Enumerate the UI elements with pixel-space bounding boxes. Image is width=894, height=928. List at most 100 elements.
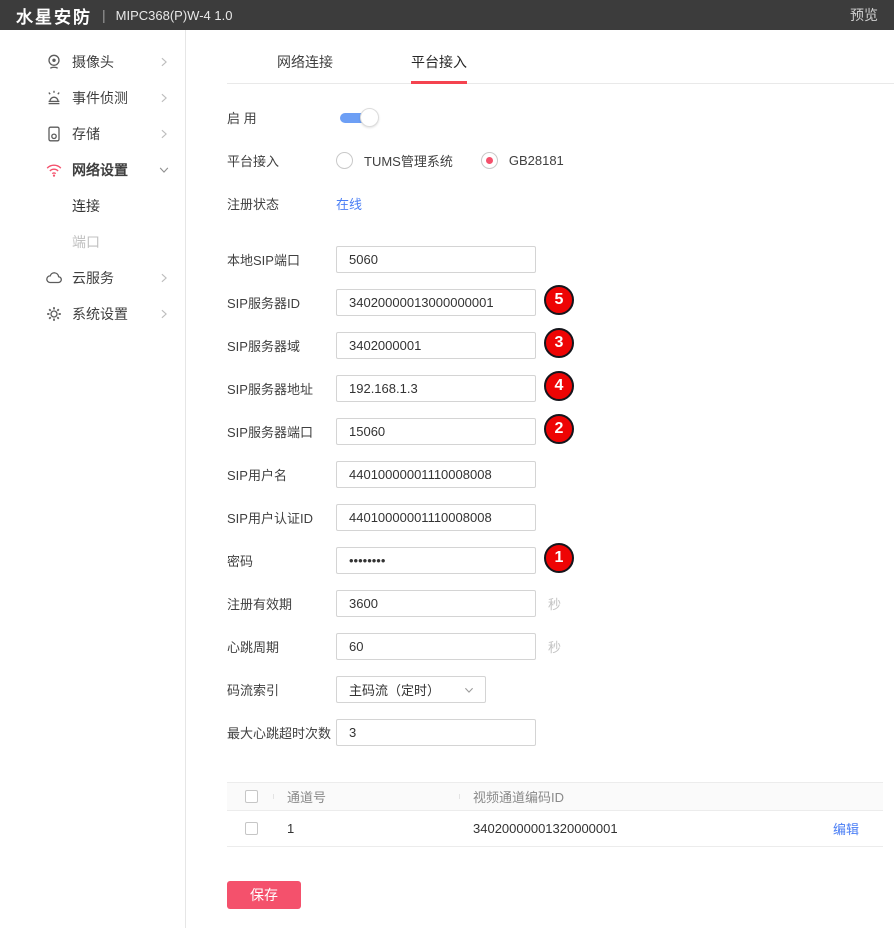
field-label: SIP用户认证ID xyxy=(227,508,336,527)
field-label: 注册状态 xyxy=(227,194,336,213)
platform-radio-group: TUMS管理系统 GB28181 xyxy=(336,151,592,170)
row-checkbox[interactable] xyxy=(245,822,258,835)
sidebar-subitem-connection[interactable]: 连接 xyxy=(0,188,185,224)
form-row-local-sip-port: 本地SIP端口 xyxy=(227,246,827,273)
field-label: 启 用 xyxy=(227,108,336,127)
field-label: 密码 xyxy=(227,551,336,570)
sidebar-subitem-label: 端口 xyxy=(72,232,100,252)
main-content: 网络连接 平台接入 启 用 平台接入 TUMS管理系统 GB28181 xyxy=(186,30,894,928)
form-row-sip-user-auth-id: SIP用户认证ID xyxy=(227,504,827,531)
topbar: 水星安防 | MIPC368(P)W-4 1.0 预览 xyxy=(0,0,894,30)
chevron-right-icon xyxy=(157,127,171,141)
sidebar-item-network-settings[interactable]: 网络设置 xyxy=(0,152,185,188)
annotation-badge-5: 5 xyxy=(544,285,574,315)
field-label: SIP服务器端口 xyxy=(227,422,336,441)
sidebar-item-cloud-service[interactable]: 云服务 xyxy=(0,260,185,296)
device-model: MIPC368(P)W-4 1.0 xyxy=(116,8,233,23)
preview-button[interactable]: 预览 xyxy=(850,5,878,25)
chevron-right-icon xyxy=(157,271,171,285)
sip-server-port-input[interactable] xyxy=(336,418,536,445)
chevron-down-icon xyxy=(463,684,475,696)
sidebar-item-label: 存储 xyxy=(72,124,100,144)
sidebar-item-label: 系统设置 xyxy=(72,304,128,324)
form-row-register-validity: 注册有效期 秒 xyxy=(227,590,827,617)
annotation-badge-1: 1 xyxy=(544,543,574,573)
sip-server-domain-input[interactable] xyxy=(336,332,536,359)
storage-icon xyxy=(44,124,64,144)
platform-access-form: 启 用 平台接入 TUMS管理系统 GB28181 注册状态 xyxy=(227,84,894,746)
column-header-video-channel-id: 视频通道编码ID xyxy=(459,787,821,806)
sidebar-item-storage[interactable]: 存储 xyxy=(0,116,185,152)
tab-bar: 网络连接 平台接入 xyxy=(227,30,894,84)
form-row-stream-index: 码流索引 主码流（定时） xyxy=(227,676,827,703)
cell-channel: 1 xyxy=(273,821,459,836)
form-row-sip-server-port: SIP服务器端口 2 xyxy=(227,418,827,445)
sidebar-item-event-detection[interactable]: 事件侦测 xyxy=(0,80,185,116)
sip-user-auth-id-input[interactable] xyxy=(336,504,536,531)
alarm-icon xyxy=(44,88,64,108)
online-status-value: 在线 xyxy=(336,194,362,213)
sip-server-address-input[interactable] xyxy=(336,375,536,402)
field-label: SIP服务器地址 xyxy=(227,379,336,398)
sidebar-item-system-settings[interactable]: 系统设置 xyxy=(0,296,185,332)
field-label: 心跳周期 xyxy=(227,637,336,656)
form-row-sip-server-address: SIP服务器地址 4 xyxy=(227,375,827,402)
sidebar-subitem-label: 连接 xyxy=(72,196,100,216)
form-row-sip-username: SIP用户名 xyxy=(227,461,827,488)
table-row: 1 34020000001320000001 编辑 xyxy=(227,811,883,847)
register-validity-input[interactable] xyxy=(336,590,536,617)
sip-username-input[interactable] xyxy=(336,461,536,488)
unit-suffix: 秒 xyxy=(548,637,561,656)
form-row-heartbeat-period: 心跳周期 秒 xyxy=(227,633,827,660)
radio-tums[interactable]: TUMS管理系统 xyxy=(336,151,453,170)
field-label: SIP用户名 xyxy=(227,465,336,484)
field-label: 本地SIP端口 xyxy=(227,250,336,269)
radio-circle-icon xyxy=(336,152,353,169)
radio-label: GB28181 xyxy=(509,153,564,168)
form-row-sip-server-domain: SIP服务器域 3 xyxy=(227,332,827,359)
brand-logo: 水星安防 xyxy=(16,3,92,28)
radio-circle-icon xyxy=(481,152,498,169)
cell-video-channel-id: 34020000001320000001 xyxy=(459,821,821,836)
annotation-badge-4: 4 xyxy=(544,371,574,401)
form-row-enable: 启 用 xyxy=(227,104,827,131)
channel-table: 通道号 视频通道编码ID 1 34020000001320000001 编辑 xyxy=(227,782,883,847)
radio-label: TUMS管理系统 xyxy=(364,151,453,170)
sidebar-item-label: 摄像头 xyxy=(72,52,114,72)
chevron-right-icon xyxy=(157,91,171,105)
heartbeat-period-input[interactable] xyxy=(336,633,536,660)
sidebar: 摄像头 事件侦测 存储 xyxy=(0,30,186,928)
annotation-badge-2: 2 xyxy=(544,414,574,444)
max-heartbeat-timeout-input[interactable] xyxy=(336,719,536,746)
radio-gb28181[interactable]: GB28181 xyxy=(481,152,564,169)
field-label: 平台接入 xyxy=(227,151,336,170)
chevron-right-icon xyxy=(157,307,171,321)
form-row-max-heartbeat-timeout: 最大心跳超时次数 xyxy=(227,719,827,746)
toggle-knob xyxy=(360,108,379,127)
form-row-register-status: 注册状态 在线 xyxy=(227,190,827,217)
selected-option-label: 主码流（定时） xyxy=(349,680,440,699)
field-label: 注册有效期 xyxy=(227,594,336,613)
cloud-icon xyxy=(44,268,64,288)
field-label: SIP服务器域 xyxy=(227,336,336,355)
annotation-badge-3: 3 xyxy=(544,328,574,358)
edit-link[interactable]: 编辑 xyxy=(833,819,859,838)
tab-platform-access[interactable]: 平台接入 xyxy=(411,52,467,83)
table-header-row: 通道号 视频通道编码ID xyxy=(227,782,883,811)
field-label: SIP服务器ID xyxy=(227,293,336,312)
sidebar-subitem-port[interactable]: 端口 xyxy=(0,224,185,260)
save-button[interactable]: 保存 xyxy=(227,881,301,909)
tab-network-connection[interactable]: 网络连接 xyxy=(277,52,333,83)
local-sip-port-input[interactable] xyxy=(336,246,536,273)
sidebar-item-camera[interactable]: 摄像头 xyxy=(0,44,185,80)
form-row-platform: 平台接入 TUMS管理系统 GB28181 xyxy=(227,147,827,174)
sidebar-item-label: 网络设置 xyxy=(72,160,128,180)
field-label: 最大心跳超时次数 xyxy=(227,723,336,742)
stream-index-select[interactable]: 主码流（定时） xyxy=(336,676,486,703)
select-all-checkbox[interactable] xyxy=(245,790,258,803)
sip-server-id-input[interactable] xyxy=(336,289,536,316)
chevron-right-icon xyxy=(157,55,171,69)
password-input[interactable] xyxy=(336,547,536,574)
enable-toggle[interactable] xyxy=(340,113,370,123)
camera-icon xyxy=(44,52,64,72)
